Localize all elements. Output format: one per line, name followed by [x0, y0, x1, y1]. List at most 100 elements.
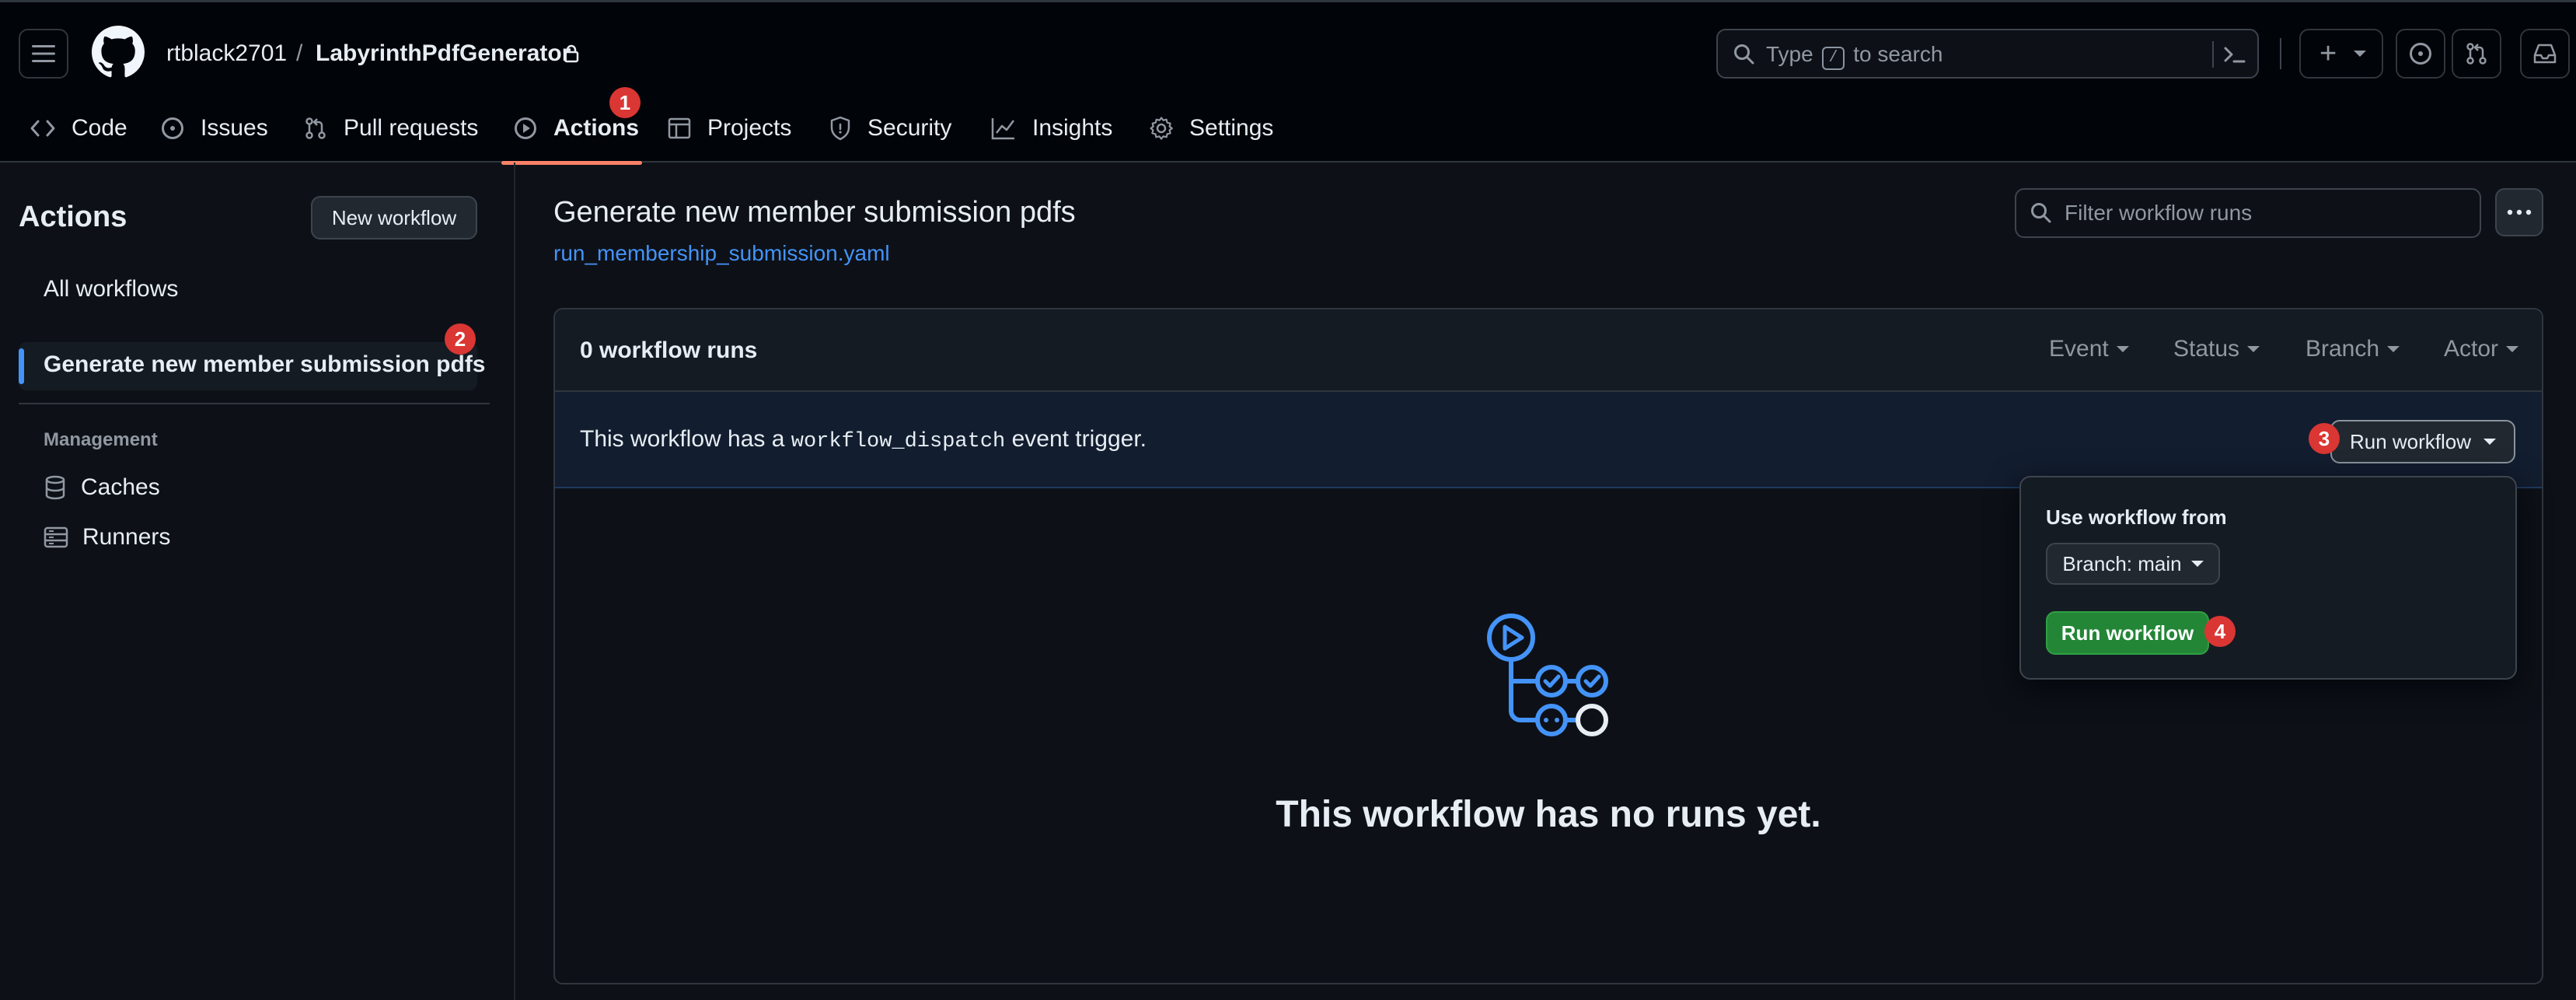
- breadcrumb-owner[interactable]: rtblack2701: [166, 37, 287, 71]
- inbox-icon: [2533, 44, 2557, 64]
- more-options-button[interactable]: [2495, 188, 2543, 236]
- workflow-file-link[interactable]: run_membership_submission.yaml: [553, 241, 890, 266]
- top-header: rtblack2701 / LabyrinthPdfGenerator Type…: [0, 0, 2576, 165]
- annotation-badge-3: 3: [2309, 423, 2340, 454]
- command-palette-icon[interactable]: [2223, 44, 2246, 65]
- issue-opened-icon: [162, 117, 183, 139]
- chevron-down-icon: [2354, 51, 2367, 57]
- gear-icon: [1150, 117, 1173, 140]
- use-workflow-from-heading: Use workflow from: [2046, 505, 2227, 529]
- tab-issues-label: Issues: [201, 115, 268, 141]
- header-divider: [2280, 38, 2281, 69]
- tab-insights[interactable]: Insights: [990, 107, 1112, 150]
- actor-filter-dropdown[interactable]: Actor: [2444, 336, 2519, 362]
- sidebar-title: Actions: [19, 201, 127, 233]
- git-pull-request-icon: [2466, 43, 2487, 65]
- menu-button[interactable]: [19, 29, 68, 79]
- pull-requests-button[interactable]: [2452, 29, 2501, 79]
- runs-header: 0 workflow runs Event Status Branch Acto…: [555, 309, 2542, 392]
- empty-state-message: This workflow has no runs yet.: [1276, 794, 1821, 835]
- tab-projects-label: Projects: [707, 115, 792, 141]
- tab-code-label: Code: [72, 115, 127, 141]
- chevron-down-icon: [2506, 346, 2519, 352]
- hamburger-icon: [32, 45, 55, 62]
- search-hint: Type / to search: [1766, 41, 1942, 70]
- chevron-down-icon: [2190, 561, 2204, 567]
- event-filter-label: Event: [2049, 336, 2109, 362]
- sidebar-item-runners[interactable]: Runners: [44, 524, 170, 551]
- page-title: Generate new member submission pdfs: [553, 196, 1076, 229]
- active-tab-indicator: [501, 161, 642, 165]
- runs-count: 0 workflow runs: [580, 337, 758, 363]
- code-icon: [30, 120, 55, 137]
- filter-placeholder: Filter workflow runs: [2065, 201, 2253, 225]
- breadcrumb-separator: /: [296, 40, 303, 66]
- sidebar-section-divider: [19, 403, 490, 404]
- status-filter-dropdown[interactable]: Status: [2173, 336, 2260, 362]
- lock-icon: [564, 44, 579, 63]
- table-icon: [668, 117, 691, 139]
- dispatch-banner-text: This workflow has a workflow_dispatch ev…: [580, 426, 1147, 453]
- chevron-down-icon: [2116, 346, 2129, 352]
- branch-select-label: Branch: main: [2062, 551, 2182, 575]
- branch-select-button[interactable]: Branch: main: [2046, 543, 2220, 585]
- server-icon: [44, 526, 68, 548]
- selected-indicator: [19, 348, 24, 384]
- dispatch-text-after: event trigger.: [1011, 426, 1147, 452]
- sidebar-item-all-workflows[interactable]: All workflows: [44, 276, 178, 302]
- search-divider: [2212, 41, 2214, 68]
- chevron-down-icon: [2387, 346, 2400, 352]
- chevron-down-icon: [2484, 439, 2497, 445]
- filter-workflow-runs-input[interactable]: Filter workflow runs: [2015, 188, 2481, 238]
- branch-filter-dropdown[interactable]: Branch: [2305, 336, 2400, 362]
- event-filter-dropdown[interactable]: Event: [2049, 336, 2129, 362]
- inbox-button[interactable]: [2520, 29, 2570, 79]
- workflow-graph-icon: [1487, 614, 1608, 736]
- status-filter-label: Status: [2173, 336, 2240, 362]
- issue-opened-icon: [2410, 43, 2431, 65]
- dispatch-event-code: workflow_dispatch: [791, 430, 1006, 453]
- dispatch-text-before: This workflow has a: [580, 426, 785, 452]
- annotation-badge-1: 1: [609, 87, 641, 118]
- git-pull-request-icon: [305, 117, 326, 139]
- run-workflow-dropdown-button[interactable]: Run workflow: [2330, 420, 2515, 463]
- tab-issues[interactable]: Issues: [160, 107, 268, 150]
- run-workflow-submit-button[interactable]: Run workflow: [2046, 611, 2209, 655]
- plus-icon: +: [2319, 37, 2337, 70]
- tab-code[interactable]: Code: [30, 107, 127, 150]
- create-new-button[interactable]: +: [2299, 29, 2383, 79]
- tab-projects[interactable]: Projects: [667, 107, 791, 150]
- actor-filter-label: Actor: [2444, 336, 2499, 362]
- sidebar-item-selected-label: Generate new member submission pdfs: [44, 351, 486, 377]
- issues-button[interactable]: [2396, 29, 2445, 79]
- search-shortcut-key: /: [1822, 47, 1845, 70]
- sidebar-item-runners-label: Runners: [82, 524, 171, 550]
- dispatch-banner: This workflow has a workflow_dispatch ev…: [555, 392, 2542, 488]
- shield-icon: [830, 116, 850, 141]
- search-icon: [2030, 202, 2052, 224]
- run-workflow-menu: Use workflow from Branch: main Run workf…: [2019, 476, 2517, 680]
- tab-settings[interactable]: Settings: [1149, 107, 1273, 150]
- new-workflow-button[interactable]: New workflow: [311, 196, 477, 240]
- sidebar-item-selected-workflow[interactable]: Generate new member submission pdfs: [19, 342, 486, 390]
- github-logo-icon[interactable]: [92, 26, 145, 79]
- annotation-badge-4: 4: [2204, 616, 2236, 647]
- sidebar-item-caches[interactable]: Caches: [44, 474, 160, 501]
- tab-security[interactable]: Security: [829, 107, 951, 150]
- annotation-badge-2: 2: [445, 323, 476, 355]
- run-workflow-dropdown-label: Run workflow: [2349, 429, 2472, 453]
- graph-icon: [991, 118, 1014, 140]
- tab-pull-requests[interactable]: Pull requests: [303, 107, 478, 150]
- tab-actions-label: Actions: [553, 115, 640, 141]
- global-search-input[interactable]: Type / to search: [1716, 29, 2259, 79]
- search-icon: [1733, 44, 1755, 65]
- breadcrumb-repo[interactable]: LabyrinthPdfGenerator: [316, 37, 571, 71]
- tab-pull-requests-label: Pull requests: [344, 115, 479, 141]
- tab-settings-label: Settings: [1189, 115, 1274, 141]
- sidebar-divider: [514, 163, 515, 1000]
- management-heading: Management: [44, 429, 158, 450]
- search-hint-suffix: to search: [1853, 42, 1943, 66]
- database-icon: [45, 475, 65, 500]
- tab-security-label: Security: [867, 115, 952, 141]
- sidebar-item-caches-label: Caches: [81, 474, 160, 500]
